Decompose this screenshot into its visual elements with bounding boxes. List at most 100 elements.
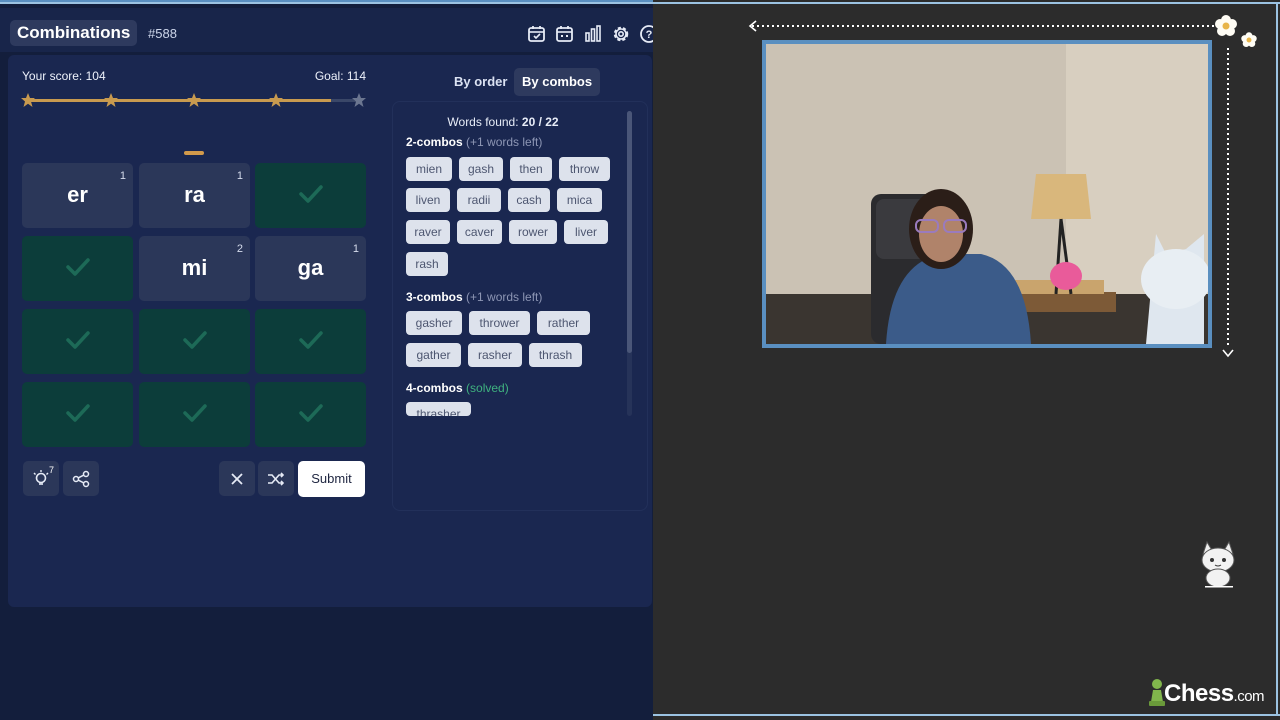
word-chip[interactable]: raver bbox=[406, 220, 450, 244]
help-icon[interactable]: ? bbox=[639, 24, 653, 44]
word-chip[interactable]: thrash bbox=[529, 343, 582, 367]
word-chip[interactable]: liven bbox=[406, 188, 450, 212]
word-chip[interactable]: gather bbox=[406, 343, 461, 367]
goal-label: Goal: 114 bbox=[314, 69, 366, 83]
puzzle-number: #588 bbox=[148, 26, 177, 41]
tile-solved bbox=[22, 236, 133, 301]
tile-solved bbox=[255, 382, 366, 447]
tile-count: 1 bbox=[236, 170, 243, 182]
hint-count: 7 bbox=[49, 465, 55, 475]
words-found: Words found: 20 / 22 bbox=[392, 115, 614, 129]
word-chip[interactable]: caver bbox=[457, 220, 502, 244]
tile-solved bbox=[255, 163, 366, 228]
webcam-image bbox=[766, 44, 1208, 344]
tab-by-combos[interactable]: By combos bbox=[514, 68, 601, 96]
word-chip[interactable]: mien bbox=[406, 157, 452, 181]
clear-button[interactable] bbox=[219, 461, 255, 496]
star-icon bbox=[104, 93, 118, 107]
section-name: 2-combos bbox=[406, 135, 463, 149]
submit-button[interactable]: Submit bbox=[298, 461, 365, 497]
tile[interactable]: er 1 bbox=[22, 163, 133, 228]
webcam-feed bbox=[762, 40, 1212, 348]
section-title: 4-combos (solved) bbox=[406, 381, 509, 395]
app-title: Combinations bbox=[10, 20, 138, 46]
share-icon bbox=[72, 470, 90, 488]
game-panel: Combinations #588 ? Your score: 104 Goal… bbox=[0, 0, 653, 720]
section-note: (+1 words left) bbox=[466, 135, 543, 149]
word-chip[interactable]: thrower bbox=[469, 311, 530, 335]
gear-icon[interactable] bbox=[611, 24, 631, 44]
section-note: (solved) bbox=[466, 381, 509, 395]
section-note: (+1 words left) bbox=[466, 290, 543, 304]
tile[interactable]: ga 1 bbox=[255, 236, 366, 301]
logo-domain: .com bbox=[1233, 688, 1265, 705]
current-selection-indicator bbox=[184, 151, 204, 155]
calendar-icon[interactable] bbox=[555, 24, 575, 44]
cat-sticker-icon bbox=[1201, 540, 1235, 588]
checkmark-icon bbox=[183, 331, 207, 349]
tile[interactable]: mi 2 bbox=[139, 236, 250, 301]
bar-chart-icon[interactable] bbox=[583, 24, 603, 44]
shuffle-icon bbox=[268, 472, 285, 486]
word-chip[interactable]: gash bbox=[459, 157, 503, 181]
tile-solved bbox=[139, 309, 250, 374]
star-icon bbox=[187, 93, 201, 107]
star-icon bbox=[21, 93, 35, 107]
frame-top-border bbox=[0, 2, 1280, 4]
checkmark-icon bbox=[66, 258, 90, 276]
word-chip[interactable]: mica bbox=[557, 188, 602, 212]
checkmark-icon bbox=[299, 404, 323, 422]
tile-solved bbox=[255, 309, 366, 374]
lightbulb-icon bbox=[33, 470, 49, 485]
words-scrollbar[interactable] bbox=[627, 111, 632, 353]
section-title: 2-combos (+1 words left) bbox=[406, 135, 542, 149]
calendar-check-icon[interactable] bbox=[527, 24, 547, 44]
word-chip[interactable]: liver bbox=[564, 220, 608, 244]
star-icon bbox=[269, 93, 283, 107]
word-chip[interactable]: rather bbox=[537, 311, 590, 335]
word-chip[interactable]: gasher bbox=[406, 311, 462, 335]
section-name: 3-combos bbox=[406, 290, 463, 304]
score-progress-fill bbox=[28, 99, 331, 102]
word-chip[interactable]: cash bbox=[508, 188, 550, 212]
word-chip[interactable]: thrasher bbox=[406, 402, 471, 416]
shuffle-button[interactable] bbox=[258, 461, 294, 496]
tile-count: 1 bbox=[352, 243, 359, 255]
word-chip[interactable]: rash bbox=[406, 252, 448, 276]
frame-right-border bbox=[1276, 2, 1278, 716]
logo-text: Chess.com bbox=[1164, 680, 1265, 711]
word-chip[interactable]: radii bbox=[457, 188, 501, 212]
word-chip[interactable]: then bbox=[510, 157, 552, 181]
tile-solved bbox=[139, 382, 250, 447]
checkmark-icon bbox=[183, 404, 207, 422]
checkmark-icon bbox=[299, 185, 323, 203]
tile-solved bbox=[22, 309, 133, 374]
word-chip[interactable]: throw bbox=[559, 157, 610, 181]
tab-by-order[interactable]: By order bbox=[446, 68, 515, 96]
score-label: Your score: 104 bbox=[22, 69, 106, 83]
flower-icon bbox=[1215, 15, 1257, 47]
checkmark-icon bbox=[66, 331, 90, 349]
tile-label: mi bbox=[181, 255, 208, 280]
frame-bottom-border bbox=[653, 714, 1280, 716]
checkmark-icon bbox=[66, 404, 90, 422]
tile-solved bbox=[22, 382, 133, 447]
chess-com-logo: Chess.com bbox=[1148, 676, 1268, 710]
logo-name: Chess bbox=[1164, 680, 1234, 707]
word-chip[interactable]: rower bbox=[509, 220, 557, 244]
tile-label: ga bbox=[297, 255, 324, 280]
word-chip[interactable]: rasher bbox=[468, 343, 522, 367]
words-found-count: 20 / 22 bbox=[521, 115, 559, 129]
tile[interactable]: ra 1 bbox=[139, 163, 250, 228]
tile-label: er bbox=[67, 182, 88, 207]
close-icon bbox=[231, 473, 243, 485]
words-found-label: Words found: bbox=[447, 115, 522, 129]
section-name: 4-combos bbox=[406, 381, 463, 395]
tile-count: 1 bbox=[119, 170, 126, 182]
svg-text:?: ? bbox=[646, 29, 653, 41]
top-bar: Combinations #588 ? bbox=[0, 8, 653, 52]
star-icon bbox=[352, 93, 366, 107]
tile-label: ra bbox=[184, 182, 205, 207]
share-button[interactable] bbox=[63, 461, 99, 496]
tile-count: 2 bbox=[236, 243, 243, 255]
